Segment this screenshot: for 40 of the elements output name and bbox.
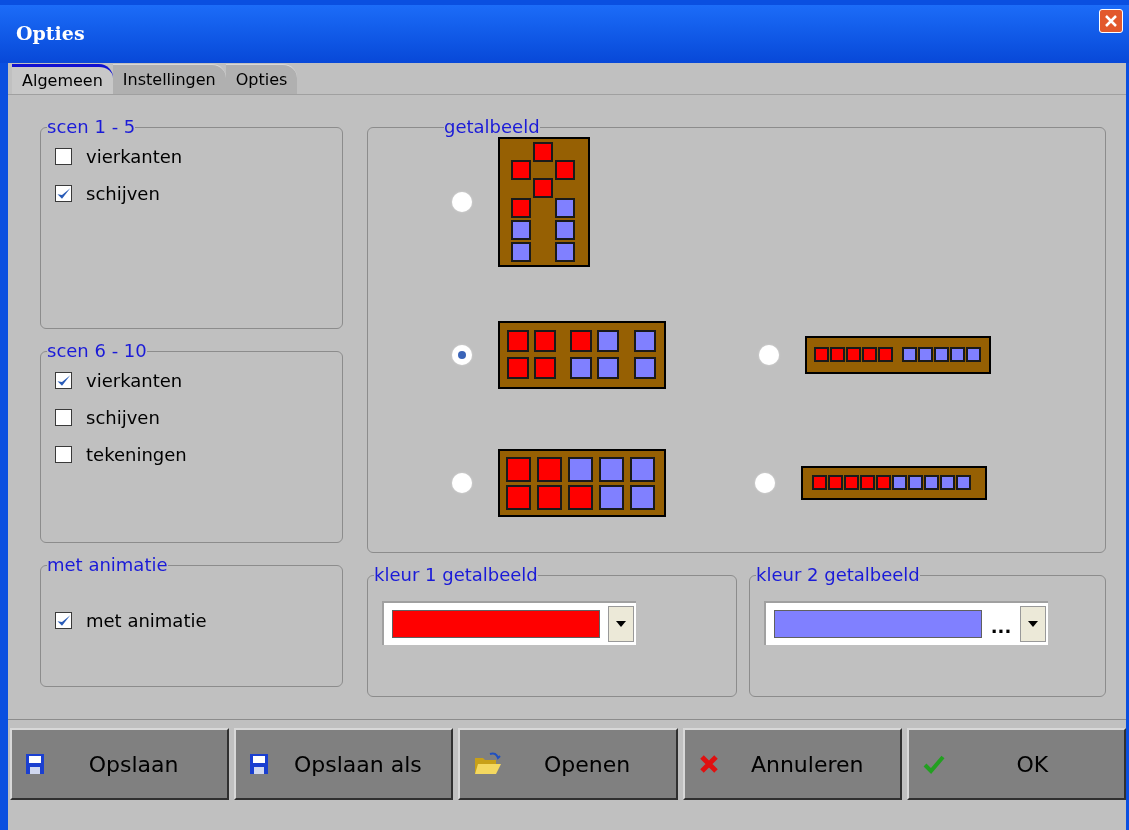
action-button[interactable]: Opslaan [10,728,230,800]
color-dropdown[interactable]: ... [764,601,1048,645]
group-title: getalbeeld [444,117,540,137]
close-icon [698,754,719,774]
tab[interactable]: Opties [225,64,298,94]
folder-icon [474,752,503,776]
checkbox-label: schijven [86,406,160,430]
action-button[interactable]: Openen [458,728,678,800]
close-icon [1104,14,1118,28]
radio-button[interactable] [452,473,472,493]
group-title: met animatie [47,555,168,575]
checkbox[interactable] [55,409,72,426]
checkbox-label: schijven [86,182,160,206]
checkbox[interactable] [55,612,72,629]
checkmark-icon [922,754,945,774]
more-text: ... [989,615,1013,636]
group-title: scen 6 - 10 [47,341,147,361]
tab[interactable]: Instellingen [112,64,226,94]
checkbox[interactable] [55,372,72,389]
checkbox-label: met animatie [86,609,207,633]
checkbox-label: tekeningen [86,443,187,467]
action-button[interactable]: OK [906,728,1126,800]
action-button[interactable]: Opslaan als [234,728,454,800]
tab[interactable]: Algemeen [12,64,113,94]
checkbox-label: vierkanten [86,369,183,393]
action-button[interactable]: Annuleren [682,728,902,800]
checkbox[interactable] [55,185,72,202]
checkbox-label: vierkanten [86,145,183,169]
radio-button[interactable] [759,345,779,365]
close-button[interactable] [1099,9,1123,33]
checkbox[interactable] [55,446,72,463]
checkbox[interactable] [55,148,72,165]
window-title: Opties [16,21,85,46]
radio-button[interactable] [452,345,472,365]
group-title: scen 1 - 5 [47,117,136,137]
group-title: kleur 2 getalbeeld [756,565,920,585]
group-title: kleur 1 getalbeeld [374,565,538,585]
radio-button[interactable] [755,473,775,493]
color-dropdown[interactable] [382,601,636,645]
radio-button[interactable] [452,192,472,212]
